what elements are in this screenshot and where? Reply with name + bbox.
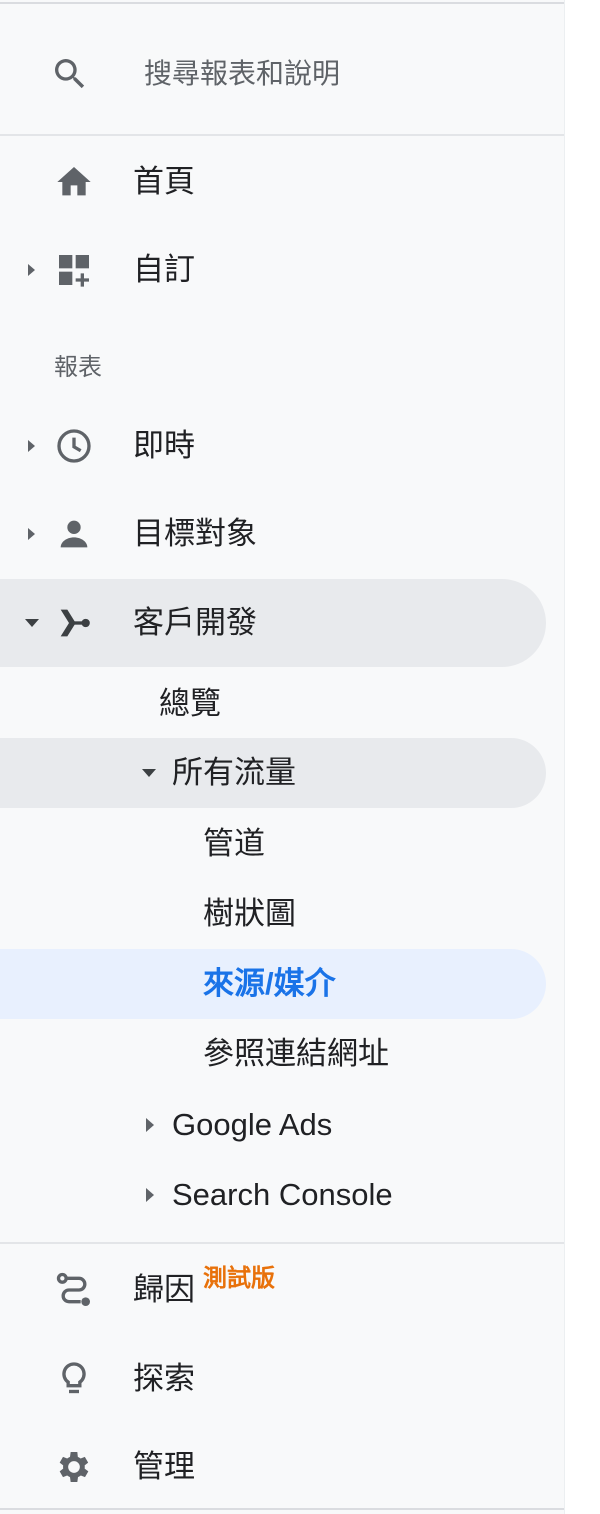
nav-audience[interactable]: 目標對象 [0,490,546,578]
search-divider [0,134,564,136]
search-icon [55,59,85,89]
section-label-reports: 報表 [54,354,102,381]
nav-realtime-label: 即時 [133,428,195,463]
nav-referrals[interactable]: 參照連結網址 [0,1019,546,1089]
nav-treemaps[interactable]: 樹狀圖 [0,879,546,949]
nav-channels-label: 管道 [203,826,265,861]
reports-divider [0,1242,564,1244]
expand-arrow-icon [28,264,35,276]
dashboard-add-icon [59,255,89,287]
nav-acquisition-overview[interactable]: 總覽 [0,669,546,739]
lightbulb-icon [62,1362,86,1394]
nav-treemaps-label: 樹狀圖 [203,896,296,931]
nav-source-medium[interactable]: 來源/媒介 [0,949,546,1019]
nav-home-label: 首頁 [133,164,195,199]
clock-icon [57,429,91,463]
nav-admin-label: 管理 [133,1449,195,1484]
bottom-divider [0,1508,564,1510]
nav-search-console-label: Search Console [172,1177,393,1212]
nav-home[interactable]: 首頁 [0,138,546,226]
acquisition-merge-icon [60,609,90,637]
nav-channels[interactable]: 管道 [0,809,546,879]
expand-arrow-icon [146,1188,154,1202]
sidebar-nav: 搜尋報表和說明 首頁 自訂 報表 即時 目標對象 客戶開發 總覽 所有流量 管道… [0,0,564,1514]
attribution-path-icon [56,1272,90,1306]
nav-custom-label: 自訂 [133,252,195,287]
nav-google-ads[interactable]: Google Ads [0,1090,546,1160]
nav-audience-label: 目標對象 [133,516,257,551]
nav-realtime[interactable]: 即時 [0,402,546,490]
person-icon [60,520,88,548]
top-divider [0,2,564,4]
search-reports[interactable]: 搜尋報表和說明 [0,6,564,134]
nav-all-traffic-label: 所有流量 [172,755,296,790]
nav-overview-label: 總覽 [159,686,221,721]
nav-acquisition[interactable]: 客戶開發 [0,579,546,667]
nav-search-console[interactable]: Search Console [0,1160,546,1230]
main-content-edge [564,0,600,1514]
expand-arrow-icon [28,440,35,452]
collapse-arrow-icon [25,619,39,627]
nav-discover-label: 探索 [133,1361,195,1396]
nav-custom[interactable]: 自訂 [0,226,546,314]
nav-discover[interactable]: 探索 [0,1335,546,1423]
nav-source-medium-label: 來源/媒介 [203,966,336,1001]
collapse-arrow-icon [142,769,156,777]
nav-acquisition-label: 客戶開發 [133,605,257,640]
nav-google-ads-label: Google Ads [172,1107,333,1142]
home-icon [57,167,91,196]
expand-arrow-icon [28,528,35,540]
search-placeholder: 搜尋報表和說明 [144,58,341,89]
beta-badge: 測試版 [203,1265,275,1292]
expand-arrow-icon [146,1118,154,1132]
nav-admin[interactable]: 管理 [0,1423,546,1511]
gear-icon [59,1452,89,1482]
nav-attribution-label: 歸因 [133,1272,195,1307]
nav-all-traffic[interactable]: 所有流量 [0,738,546,808]
nav-referrals-label: 參照連結網址 [203,1036,389,1071]
